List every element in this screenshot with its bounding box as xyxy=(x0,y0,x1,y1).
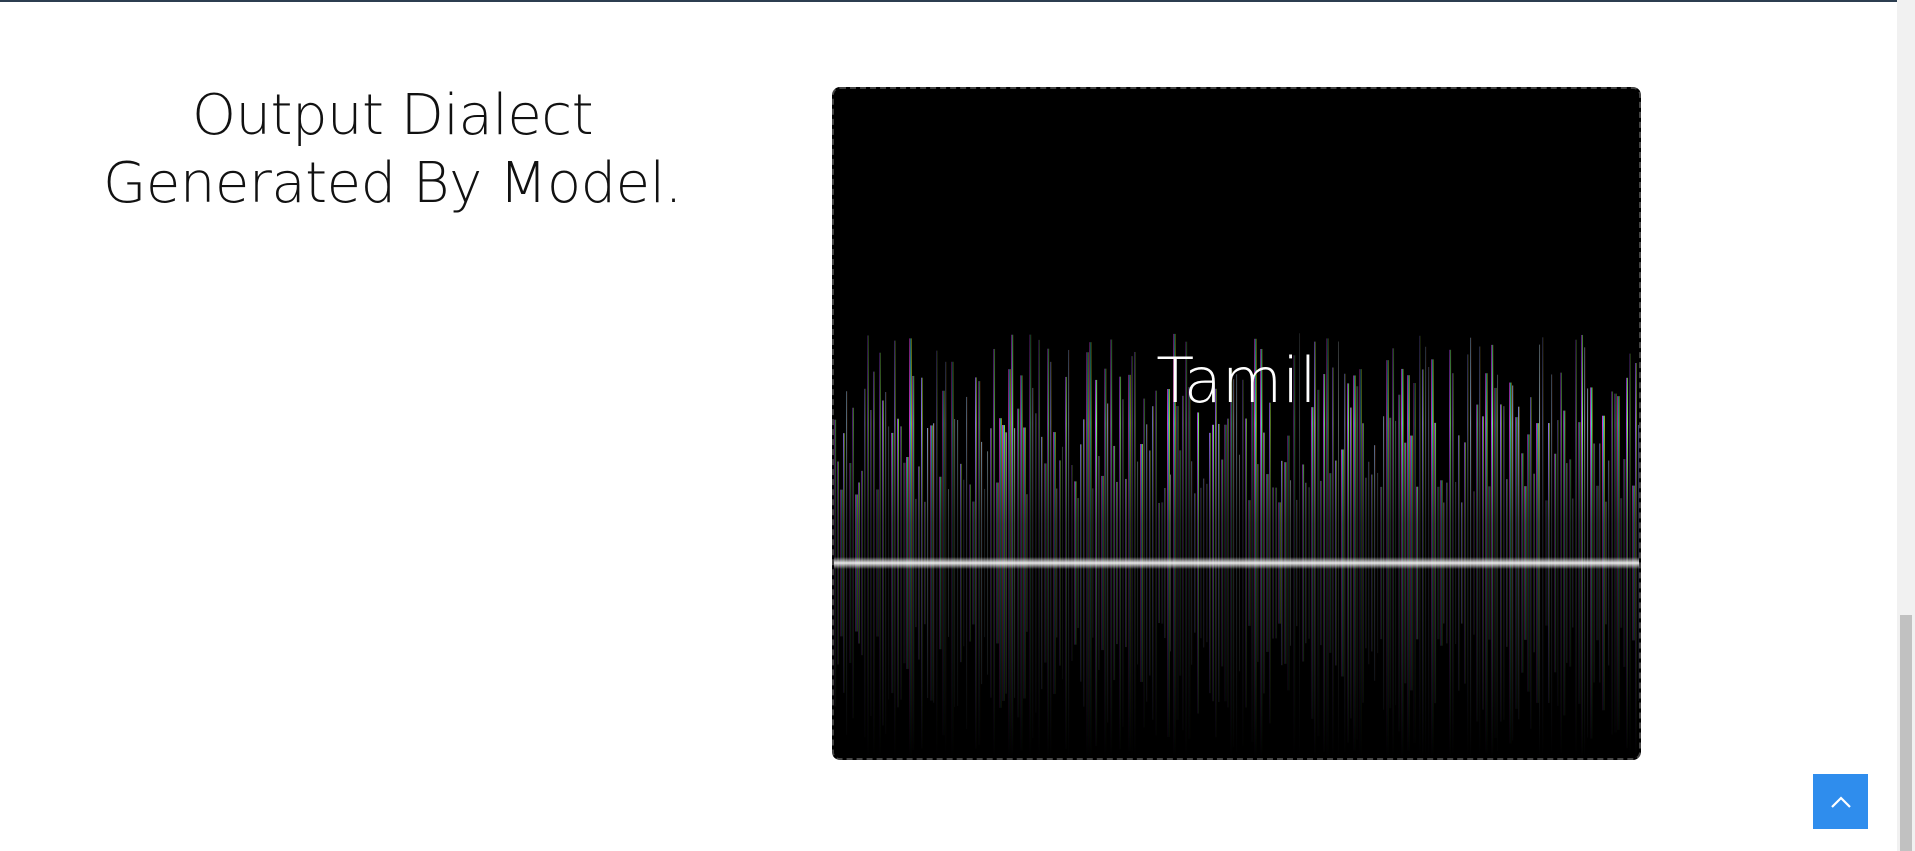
page-scrollbar[interactable] xyxy=(1897,0,1915,851)
section-heading: Output Dialect Generated By Model. xyxy=(90,82,695,218)
scrollbar-thumb[interactable] xyxy=(1900,615,1912,851)
heading-line-1: Output Dialect xyxy=(191,83,594,148)
heading-line-2: Generated By Model. xyxy=(103,151,682,216)
sound-wave-icon xyxy=(314,382,618,608)
dialect-name: Tamil xyxy=(1156,344,1317,417)
chevron-up-icon xyxy=(1830,795,1851,808)
audio-spectrum-image xyxy=(834,89,1639,758)
back-to-top-button[interactable] xyxy=(1813,774,1868,829)
dialect-output-panel: Tamil xyxy=(832,87,1641,760)
top-border xyxy=(0,0,1897,2)
